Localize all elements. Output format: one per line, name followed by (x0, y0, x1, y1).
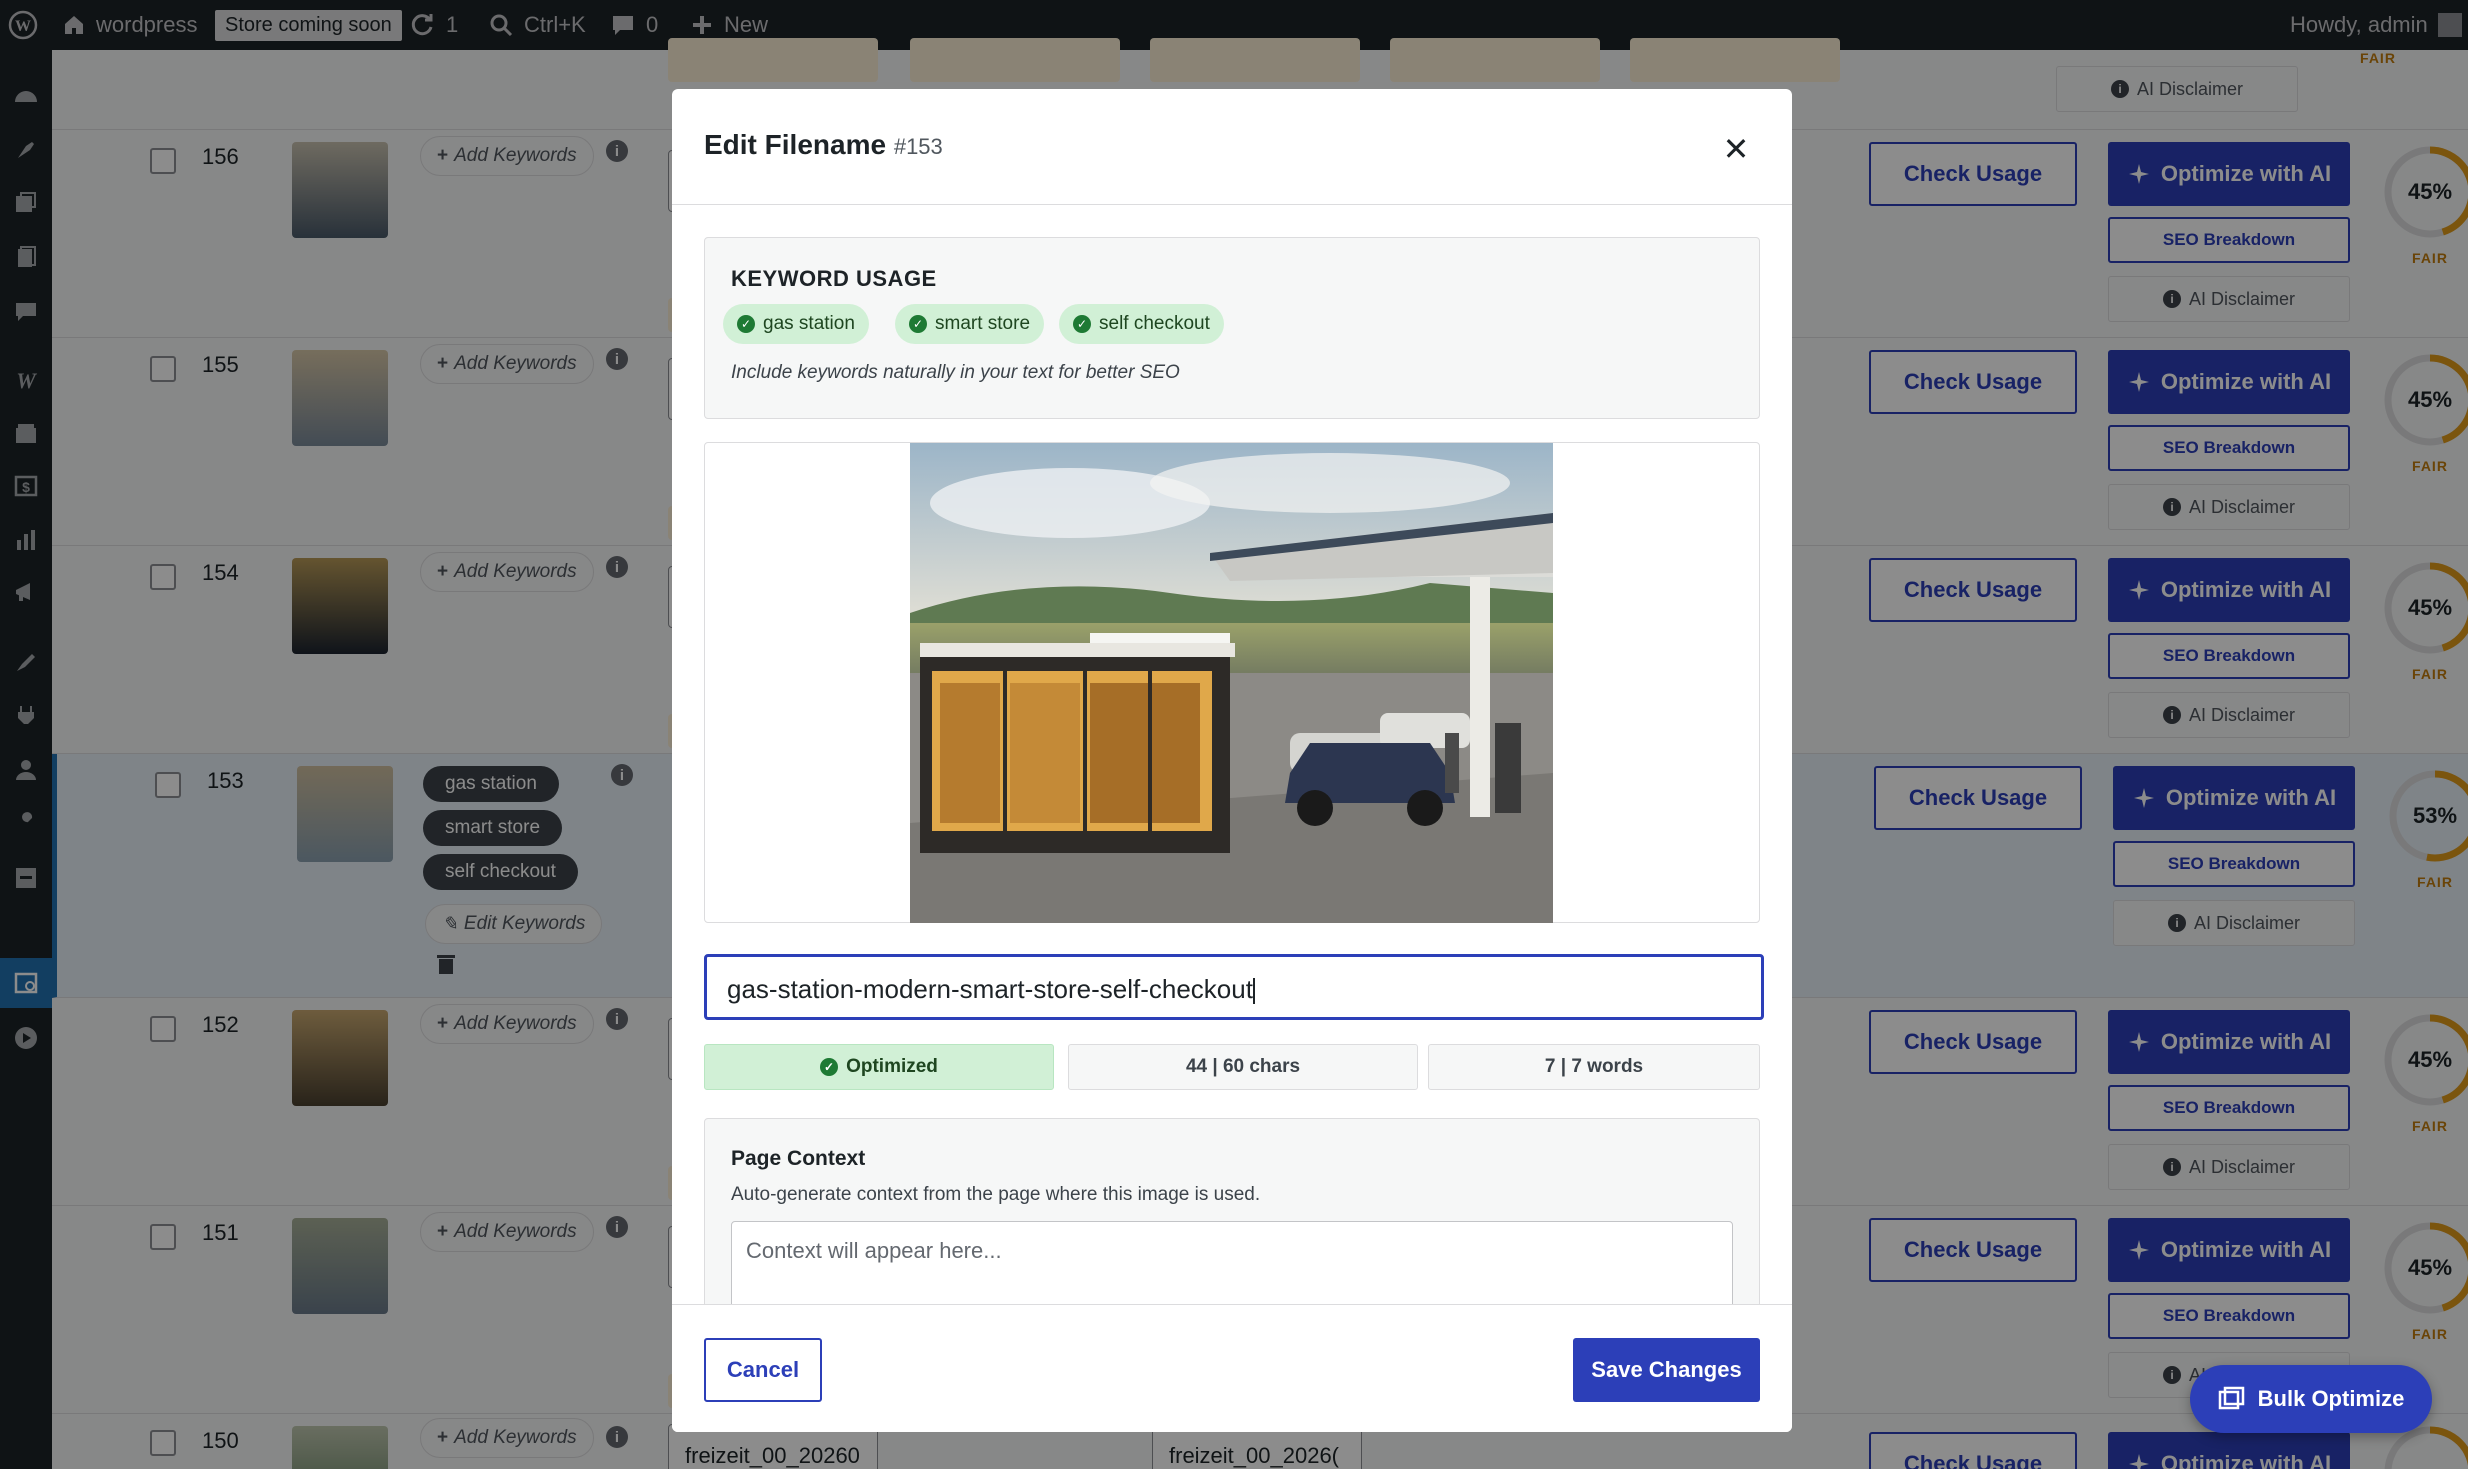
modal-header: Edit Filename #153 ✕ (672, 89, 1792, 205)
text-cursor (1252, 978, 1255, 1005)
check-icon: ✓ (1073, 315, 1091, 333)
bulk-optimize-button[interactable]: Bulk Optimize (2190, 1365, 2432, 1433)
keyword-tag: ✓ gas station (723, 304, 869, 344)
cancel-button[interactable]: Cancel (704, 1338, 822, 1402)
images-icon (2218, 1386, 2244, 1410)
save-changes-button[interactable]: Save Changes (1573, 1338, 1760, 1402)
image-preview-frame (704, 442, 1760, 923)
modal-id-label: #153 (893, 134, 943, 159)
image-preview (910, 443, 1553, 923)
close-icon[interactable]: ✕ (1718, 131, 1754, 167)
modal-title: Edit Filename #153 (704, 129, 943, 160)
check-icon: ✓ (737, 315, 755, 333)
page-context-heading: Page Context (731, 1147, 866, 1170)
edit-filename-modal: Edit Filename #153 ✕ KEYWORD USAGE ✓ gas … (672, 89, 1792, 1432)
keyword-usage-panel: KEYWORD USAGE ✓ gas station ✓ smart store … (704, 237, 1760, 419)
keyword-hint: Include keywords naturally in your text … (731, 362, 1180, 383)
word-count: 7 | 7 words (1428, 1044, 1760, 1090)
check-icon: ✓ (909, 315, 927, 333)
optimization-status: ✓ Optimized (704, 1044, 1054, 1090)
keyword-usage-heading: KEYWORD USAGE (731, 266, 937, 291)
keyword-tag: ✓ self checkout (1059, 304, 1224, 344)
keyword-tag: ✓ smart store (895, 304, 1045, 344)
page-context-description: Auto-generate context from the page wher… (731, 1184, 1261, 1205)
check-circle-icon: ✓ (820, 1058, 839, 1076)
filename-input[interactable]: gas-station-modern-smart-store-self-chec… (704, 954, 1764, 1020)
char-count: 44 | 60 chars (1068, 1044, 1418, 1090)
modal-footer: Cancel Save Changes (672, 1304, 1792, 1432)
